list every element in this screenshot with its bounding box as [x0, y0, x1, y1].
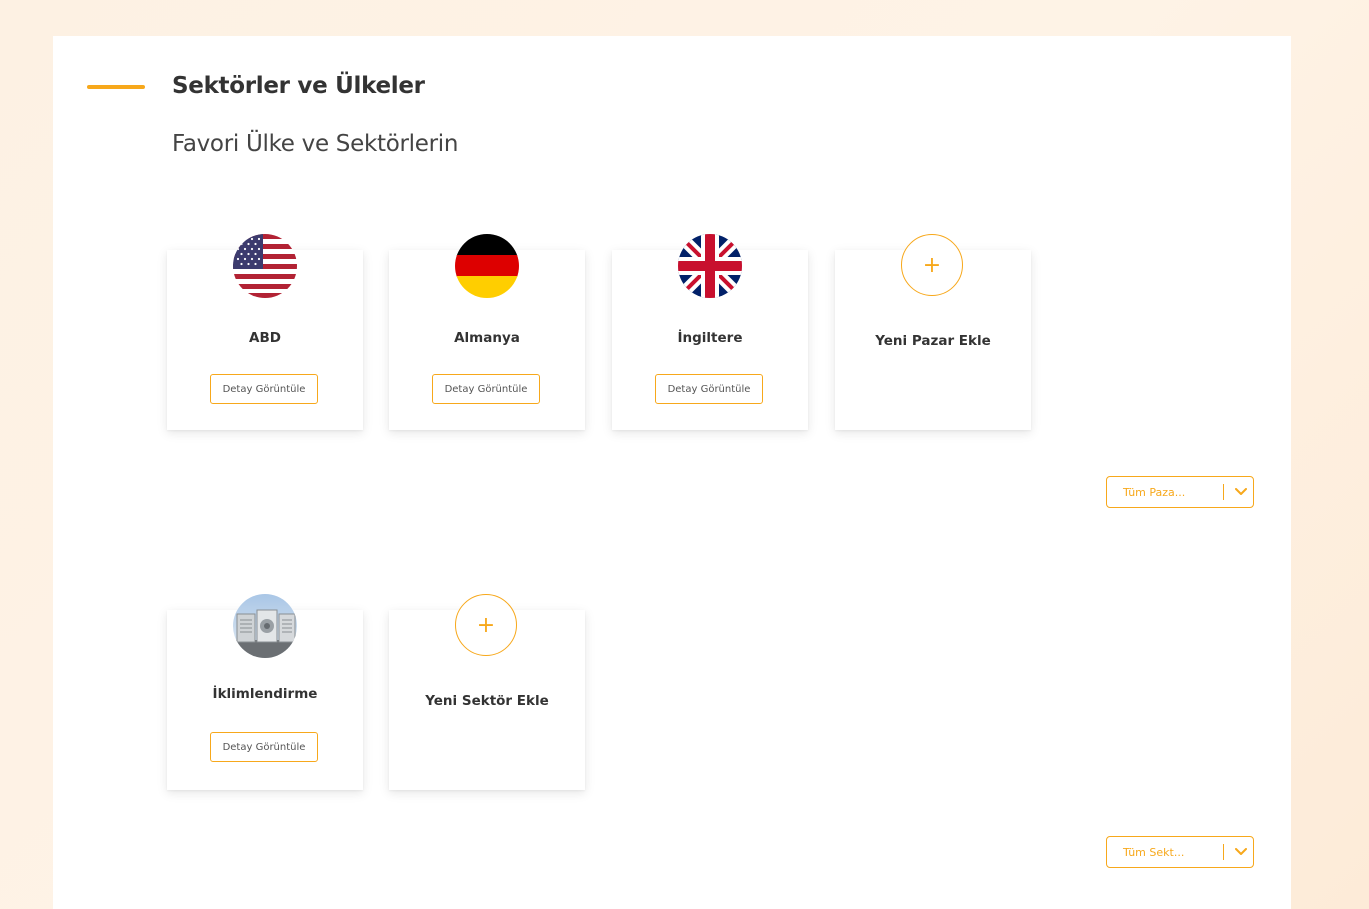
- market-label-germany: Almanya: [454, 330, 520, 346]
- market-label-uk: İngiltere: [677, 330, 743, 346]
- uk-flag-icon: [678, 234, 742, 298]
- add-market-plus-icon[interactable]: +: [901, 234, 963, 296]
- view-details-button-uk[interactable]: Detay Görüntüle: [655, 374, 763, 404]
- market-card-uk: İngiltere Detay Görüntüle: [612, 234, 808, 430]
- all-sectors-dropdown-label: Tüm Sekt...: [1123, 845, 1185, 859]
- section-accent-line: [87, 85, 145, 89]
- market-card-usa: ABD Detay Görüntüle: [167, 234, 363, 430]
- market-label-usa: ABD: [249, 330, 281, 346]
- all-markets-dropdown[interactable]: Tüm Paza...: [1106, 476, 1254, 508]
- germany-flag-icon: [455, 234, 519, 298]
- add-sector-card[interactable]: + Yeni Sektör Ekle: [389, 594, 585, 790]
- view-details-button-usa[interactable]: Detay Görüntüle: [210, 374, 318, 404]
- view-details-button-germany[interactable]: Detay Görüntüle: [432, 374, 540, 404]
- sector-label-air-conditioning: İklimlendirme: [212, 686, 318, 702]
- add-market-label: Yeni Pazar Ekle: [875, 333, 991, 349]
- chevron-down-icon: [1234, 845, 1248, 859]
- chevron-down-icon: [1234, 485, 1248, 499]
- add-sector-label: Yeni Sektör Ekle: [425, 693, 549, 709]
- section-title: Sektörler ve Ülkeler: [172, 73, 425, 99]
- market-card-germany: Almanya Detay Görüntüle: [389, 234, 585, 430]
- usa-flag-icon: [233, 234, 297, 298]
- view-details-button-air-conditioning[interactable]: Detay Görüntüle: [210, 732, 318, 762]
- dropdown-separator: [1223, 844, 1224, 860]
- content-panel: Sektörler ve Ülkeler Favori Ülke ve Sekt…: [53, 36, 1291, 909]
- add-market-card[interactable]: + Yeni Pazar Ekle: [835, 234, 1031, 430]
- section-subtitle: Favori Ülke ve Sektörlerin: [172, 131, 459, 157]
- dropdown-separator: [1223, 484, 1224, 500]
- add-sector-plus-icon[interactable]: +: [455, 594, 517, 656]
- sector-card-air-conditioning: İklimlendirme Detay Görüntüle: [167, 594, 363, 790]
- all-markets-dropdown-label: Tüm Paza...: [1123, 485, 1186, 499]
- air-conditioning-icon: [233, 594, 297, 658]
- all-sectors-dropdown[interactable]: Tüm Sekt...: [1106, 836, 1254, 868]
